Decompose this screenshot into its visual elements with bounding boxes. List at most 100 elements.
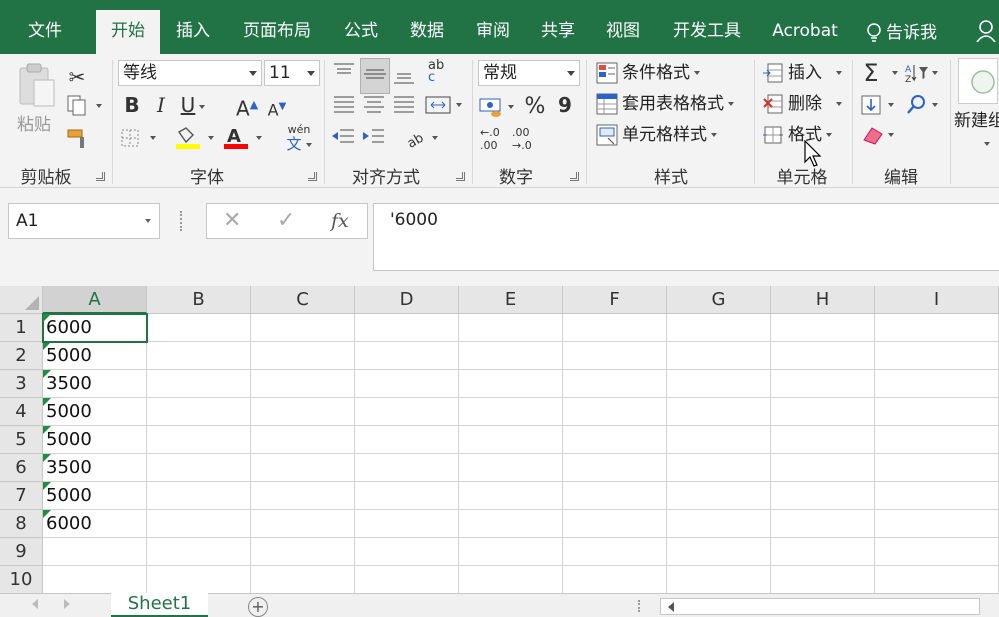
tab-formulas[interactable]: 公式 xyxy=(334,14,388,54)
percent-button[interactable]: % xyxy=(522,94,548,120)
cell-i4[interactable] xyxy=(875,398,999,426)
cell-h7[interactable] xyxy=(771,482,875,510)
bold-button[interactable]: B xyxy=(120,92,144,118)
font-color-button[interactable]: A xyxy=(222,126,266,154)
column-header-c[interactable]: C xyxy=(251,286,355,314)
cell-f5[interactable] xyxy=(563,426,667,454)
row-header-1[interactable]: 1 xyxy=(0,314,43,342)
cell-d5[interactable] xyxy=(355,426,459,454)
cell-d4[interactable] xyxy=(355,398,459,426)
cell-c9[interactable] xyxy=(251,538,355,566)
clear-button[interactable] xyxy=(860,124,900,150)
row-header-6[interactable]: 6 xyxy=(0,454,43,482)
cell-a5[interactable]: 5000 xyxy=(43,426,147,454)
delete-cells-label[interactable]: 删除 xyxy=(788,91,842,117)
cell-c1[interactable] xyxy=(251,314,355,342)
column-header-d[interactable]: D xyxy=(355,286,459,314)
number-launcher-icon[interactable] xyxy=(570,172,579,181)
row-header-4[interactable]: 4 xyxy=(0,398,43,426)
cell-h6[interactable] xyxy=(771,454,875,482)
align-left-button[interactable] xyxy=(332,94,356,120)
select-all-button[interactable] xyxy=(0,286,43,314)
cell-e7[interactable] xyxy=(459,482,563,510)
column-header-i[interactable]: I xyxy=(875,286,999,314)
cell-b3[interactable] xyxy=(147,370,251,398)
cell-b6[interactable] xyxy=(147,454,251,482)
cell-g5[interactable] xyxy=(667,426,771,454)
tab-developer[interactable]: 开发工具 xyxy=(663,14,751,54)
cell-g6[interactable] xyxy=(667,454,771,482)
add-sheet-button[interactable]: + xyxy=(248,597,268,617)
merge-center-button[interactable] xyxy=(424,94,468,120)
row-header-5[interactable]: 5 xyxy=(0,426,43,454)
tab-acrobat[interactable]: Acrobat xyxy=(764,14,846,54)
cell-f1[interactable] xyxy=(563,314,667,342)
decrease-decimal-button[interactable]: .00 →.0 xyxy=(512,126,540,152)
tab-data[interactable]: 数据 xyxy=(400,14,454,54)
delete-cells-icon-button[interactable] xyxy=(762,93,784,119)
shrink-font-button[interactable]: A▼ xyxy=(266,94,288,123)
cell-b4[interactable] xyxy=(147,398,251,426)
increase-decimal-button[interactable]: ←.0 .00 xyxy=(480,126,508,152)
cell-h1[interactable] xyxy=(771,314,875,342)
underline-button[interactable]: U xyxy=(178,92,208,118)
cell-h10[interactable] xyxy=(771,566,875,594)
horizontal-scrollbar[interactable] xyxy=(660,598,980,615)
paste-button[interactable] xyxy=(16,62,58,116)
column-header-e[interactable]: E xyxy=(459,286,563,314)
cell-e5[interactable] xyxy=(459,426,563,454)
comma-button[interactable]: 9 xyxy=(556,92,574,118)
cell-h3[interactable] xyxy=(771,370,875,398)
increase-indent-button[interactable] xyxy=(360,126,386,154)
borders-button[interactable] xyxy=(120,128,160,152)
cell-f2[interactable] xyxy=(563,342,667,370)
sort-filter-button[interactable]: AZ xyxy=(904,62,942,88)
cell-c3[interactable] xyxy=(251,370,355,398)
column-header-f[interactable]: F xyxy=(563,286,667,314)
conditional-format-label[interactable]: 条件格式 xyxy=(622,60,700,86)
wrap-text-button[interactable]: ab c xyxy=(428,59,450,84)
cell-b1[interactable] xyxy=(147,314,251,342)
cell-a7[interactable]: 5000 xyxy=(43,482,147,510)
cell-g2[interactable] xyxy=(667,342,771,370)
cell-d10[interactable] xyxy=(355,566,459,594)
row-header-2[interactable]: 2 xyxy=(0,342,43,370)
cell-g7[interactable] xyxy=(667,482,771,510)
prev-sheet-icon[interactable] xyxy=(32,599,38,609)
tab-page-layout[interactable]: 页面布局 xyxy=(234,14,320,54)
autosum-button[interactable]: Σ xyxy=(858,60,884,86)
user-icon[interactable] xyxy=(976,20,996,42)
cell-c6[interactable] xyxy=(251,454,355,482)
cell-e8[interactable] xyxy=(459,510,563,538)
next-sheet-icon[interactable] xyxy=(64,599,70,609)
cell-e4[interactable] xyxy=(459,398,563,426)
row-header-3[interactable]: 3 xyxy=(0,370,43,398)
cell-g8[interactable] xyxy=(667,510,771,538)
cell-g3[interactable] xyxy=(667,370,771,398)
align-center-button[interactable] xyxy=(362,94,386,120)
cell-h4[interactable] xyxy=(771,398,875,426)
format-as-table-label[interactable]: 套用表格格式 xyxy=(622,91,734,117)
copy-button[interactable] xyxy=(66,94,106,120)
cut-icon[interactable]: ✂ xyxy=(62,64,92,90)
insert-cells-icon-button[interactable] xyxy=(762,62,784,88)
cell-h9[interactable] xyxy=(771,538,875,566)
resize-handle[interactable] xyxy=(638,600,641,612)
cell-f3[interactable] xyxy=(563,370,667,398)
bottom-align-button[interactable] xyxy=(392,64,416,90)
font-name-select[interactable]: 等线 xyxy=(118,60,262,86)
cell-a2[interactable]: 5000 xyxy=(43,342,147,370)
cell-g9[interactable] xyxy=(667,538,771,566)
sheet-tab[interactable]: Sheet1 xyxy=(111,593,208,617)
cell-c2[interactable] xyxy=(251,342,355,370)
cell-a6[interactable]: 3500 xyxy=(43,454,147,482)
cell-b7[interactable] xyxy=(147,482,251,510)
cell-i10[interactable] xyxy=(875,566,999,594)
cell-e2[interactable] xyxy=(459,342,563,370)
phonetic-button[interactable]: wén 文 xyxy=(278,124,320,152)
cell-e9[interactable] xyxy=(459,538,563,566)
cell-h2[interactable] xyxy=(771,342,875,370)
cell-e10[interactable] xyxy=(459,566,563,594)
name-box[interactable]: A1 xyxy=(8,203,160,239)
orientation-button[interactable]: ab xyxy=(404,126,444,154)
